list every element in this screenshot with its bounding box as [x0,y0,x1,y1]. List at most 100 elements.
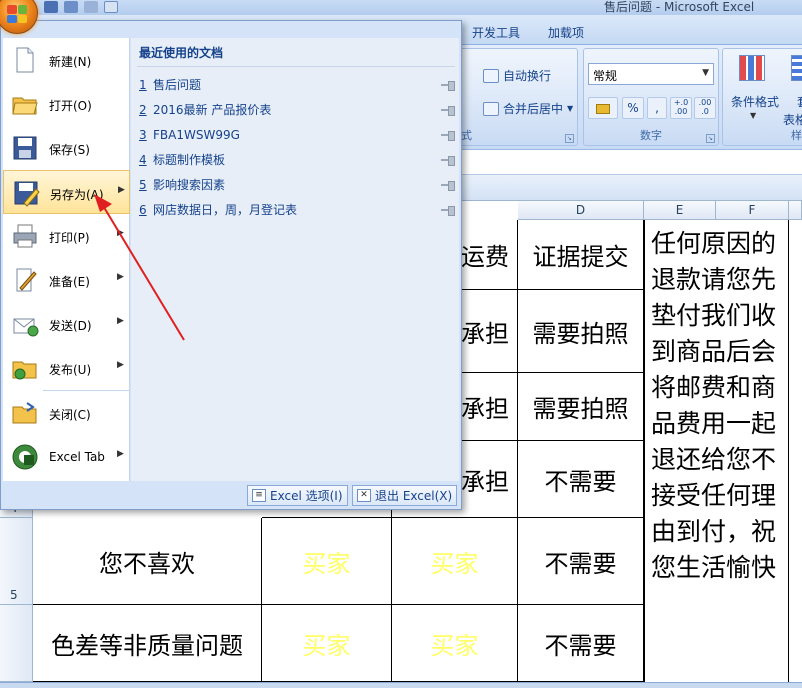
menu-item-excel-tab[interactable]: Excel Tab ▶ [3,435,130,479]
table-cell[interactable]: 您不喜欢 [33,518,262,605]
menu-item-save[interactable]: 保存(S) [3,126,130,170]
recent-document-item[interactable]: 3 FBA1WSW99G [139,122,455,147]
table-cell[interactable]: 买家 [262,518,392,605]
currency-button[interactable] [588,97,618,119]
table-format-label-1: 套 [797,93,802,110]
sheet-tab-bar[interactable] [0,682,802,688]
menu-item-save-as[interactable]: 另存为(A) ▶ [3,170,130,214]
table-format-button[interactable]: 套 表格 [781,55,802,127]
submenu-arrow-icon: ▶ [118,185,125,195]
number-format-value: 常规 [593,69,618,83]
column-header-d[interactable]: D [518,201,644,220]
wrap-text-label: 自动换行 [503,69,552,83]
office-menu-footer: ≡ Excel 选项(I) ✕ 退出 Excel(X) [3,483,459,508]
increase-decimal-button[interactable]: +.0.00 [670,97,692,119]
styles-group: 条件格式 ▼ 套 表格 样 [722,48,802,146]
column-header-e[interactable]: E [644,201,716,220]
table-cell[interactable]: 买家 [392,605,518,682]
merge-center-button[interactable]: 合并后居中 ▼ [483,100,573,117]
menu-item-prepare[interactable]: 准备(E) ▶ [3,258,130,302]
row-header[interactable]: 5 [0,518,33,605]
close-folder-icon [12,402,37,424]
recent-document-item[interactable]: 1 售后问题 [139,72,455,97]
menu-item-publish[interactable]: 发布(U) ▶ [3,346,130,390]
wrap-text-button[interactable]: 自动换行 [483,67,551,84]
office-logo-icon [7,5,27,23]
menu-item-new[interactable]: 新建(N) [3,38,130,82]
chevron-down-icon: ▼ [702,68,709,78]
table-cell[interactable]: 不需要 [518,441,644,518]
dialog-launcher-icon[interactable]: ↘ [706,134,715,143]
exit-excel-button[interactable]: ✕ 退出 Excel(X) [352,485,458,506]
menu-item-label: 准备(E) [49,275,90,289]
divider [137,66,455,67]
decrease-decimal-button[interactable]: .00.0 [694,97,716,119]
table-format-label-2: 表格 [783,113,802,127]
table-cell[interactable]: 证据提交 [518,220,644,290]
menu-item-print[interactable]: 打印(P) ▶ [3,214,130,258]
pin-icon[interactable] [441,80,455,91]
undo-icon[interactable] [64,1,78,13]
comma-button[interactable]: , [647,97,667,119]
recent-document-number: 5 [139,177,147,192]
table-cell[interactable]: 买家 [262,605,392,682]
menu-item-label: 关闭(C) [49,408,91,422]
table-cell[interactable]: 需要拍照 [518,373,644,441]
menu-item-open[interactable]: 打开(O) [3,82,130,126]
tab-developer[interactable]: 开发工具 [472,24,520,41]
recent-document-name: 影响搜索因素 [153,178,226,192]
publish-icon [12,361,37,380]
recent-document-item[interactable]: 5 影响搜索因素 [139,172,455,197]
number-group-label: 数字 [640,129,662,142]
menu-item-send[interactable]: 发送(D) ▶ [3,302,130,346]
excel-options-label: Excel 选项(I) [270,489,343,503]
submenu-arrow-icon: ▶ [117,316,124,326]
row-header[interactable] [0,605,33,682]
excel-tab-icon [12,444,38,470]
row-number: 5 [10,588,18,602]
prepare-icon [16,268,37,292]
alignment-group-label: 式 [461,129,472,142]
tab-addins[interactable]: 加载项 [548,24,584,41]
recent-document-number: 6 [139,202,147,217]
conditional-format-icon [739,55,765,81]
recent-documents-title: 最近使用的文档 [139,46,224,60]
save-as-icon [14,181,40,207]
column-header-f[interactable]: F [716,201,789,220]
print-preview-icon[interactable] [104,1,118,13]
recent-document-item[interactable]: 4 标题制作模板 [139,147,455,172]
submenu-arrow-icon: ▶ [117,228,124,238]
merged-policy-cell[interactable]: 任何原因的退款请您先垫付我们收到商品后会将邮费和商品费用一起退还给您不接受任何理… [644,220,789,682]
percent-button[interactable]: % [622,97,644,119]
table-cell[interactable]: 不需要 [518,605,644,682]
send-icon [13,318,39,337]
cell-text: 承担 [461,395,509,423]
save-icon[interactable] [44,1,58,13]
recent-document-number: 1 [139,77,147,92]
pin-icon[interactable] [441,180,455,191]
pin-icon[interactable] [441,155,455,166]
number-format-select[interactable]: 常规 ▼ [588,63,714,85]
table-cell[interactable]: 不需要 [518,518,644,605]
merge-center-icon [483,101,499,116]
column-header-g[interactable] [789,201,802,220]
excel-options-button[interactable]: ≡ Excel 选项(I) [247,485,348,506]
redo-icon[interactable] [84,1,98,13]
column-g-cells[interactable] [789,220,802,682]
table-cell[interactable]: 需要拍照 [518,290,644,373]
recent-document-name: FBA1WSW99G [153,127,240,142]
pin-icon[interactable] [441,105,455,116]
open-folder-icon [12,97,38,115]
chevron-down-icon: ▼ [750,111,757,120]
save-icon [13,136,37,160]
dialog-launcher-icon[interactable]: ↘ [565,134,574,143]
recent-document-item[interactable]: 2 2016最新 产品报价表 [139,97,455,122]
table-cell[interactable]: 买家 [392,518,518,605]
conditional-format-button[interactable]: 条件格式 ▼ [727,55,779,125]
pin-icon[interactable] [441,205,455,216]
pin-icon[interactable] [441,130,455,141]
table-cell[interactable]: 色差等非质量问题 [33,605,262,682]
recent-document-name: 售后问题 [153,78,202,92]
menu-item-close[interactable]: 关闭(C) [3,391,130,435]
recent-document-item[interactable]: 6 网店数据日，周，月登记表 [139,197,455,222]
